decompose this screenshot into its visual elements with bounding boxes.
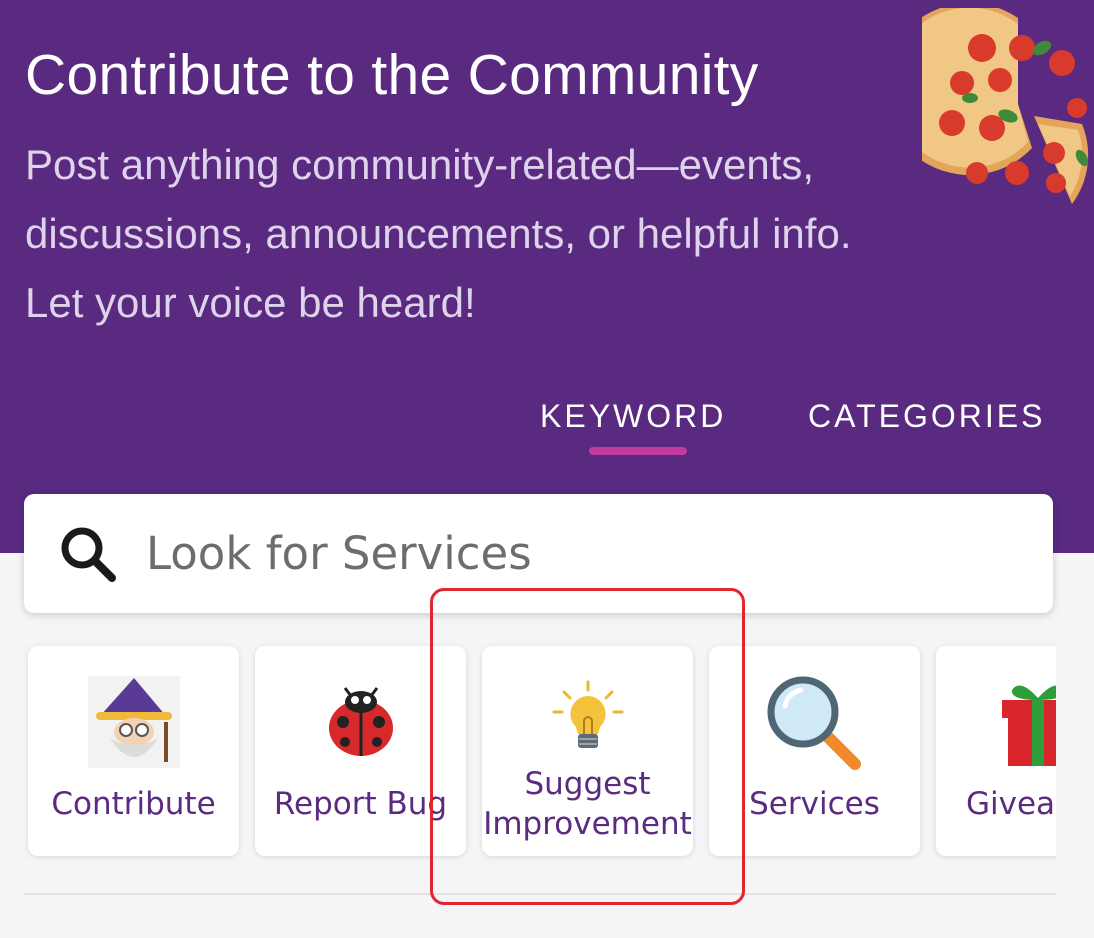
page-subtitle: Post anything community-related—events, … — [25, 141, 852, 326]
category-card-contribute[interactable]: Contribute — [28, 646, 239, 856]
search-icon — [61, 527, 116, 582]
page-title: Contribute to the Community — [25, 43, 759, 107]
category-label: Contribute — [51, 786, 216, 822]
category-label: Giveaway — [966, 786, 1056, 822]
magnifier-icon — [767, 676, 861, 770]
active-tab-indicator — [589, 447, 687, 455]
wizard-icon — [87, 676, 180, 768]
highlight-box — [430, 588, 745, 905]
ladybug-icon — [328, 687, 393, 756]
pizza-icon — [922, 8, 1089, 204]
category-card-giveaway[interactable]: Giveaway — [936, 646, 1056, 856]
gift-icon — [1002, 685, 1056, 766]
tab-categories[interactable]: CATEGORIES — [808, 398, 1045, 435]
search-input[interactable]: Look for Services — [146, 527, 532, 580]
tab-keyword[interactable]: KEYWORD — [540, 398, 726, 435]
